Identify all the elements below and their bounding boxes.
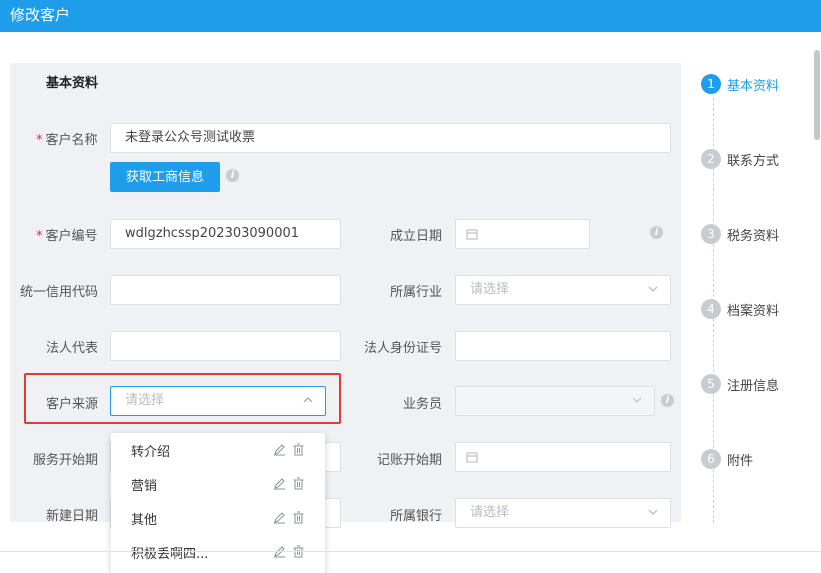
calendar-icon: [466, 452, 478, 463]
trash-icon[interactable]: [292, 511, 305, 524]
founded-date-label: 成立日期: [390, 229, 443, 244]
dropdown-option[interactable]: 积极丢啊四...: [111, 535, 325, 569]
scrollbar[interactable]: [814, 50, 820, 140]
title-bar: 修改客户: [0, 0, 821, 32]
legal-id-input[interactable]: [455, 331, 671, 361]
founded-date-picker[interactable]: [455, 219, 590, 249]
pencil-icon[interactable]: [273, 443, 286, 456]
info-icon[interactable]: i: [226, 169, 239, 182]
footer-divider: [0, 551, 821, 552]
booking-start-label: 记账开始期: [377, 453, 443, 468]
customer-name-input[interactable]: 未登录公众号测试收票: [110, 123, 671, 153]
legal-rep-input[interactable]: [110, 331, 341, 361]
source-dropdown-menu: 转介绍 营销 其他 积极丢啊四...: [111, 433, 325, 573]
chevron-down-icon: [632, 397, 642, 403]
credit-code-label: 统一信用代码: [20, 285, 99, 300]
booking-start-picker[interactable]: [455, 442, 671, 472]
required-mark: *: [36, 133, 43, 148]
industry-select[interactable]: 请选择: [455, 275, 671, 305]
chevron-down-icon: [648, 286, 658, 292]
customer-code-label: * 客户编号: [36, 229, 98, 244]
service-start-label: 服务开始期: [33, 453, 99, 468]
customer-code-input[interactable]: wdlgzhcssp202303090001: [110, 219, 341, 249]
info-icon[interactable]: i: [650, 226, 663, 239]
salesman-label: 业务员: [403, 397, 443, 412]
pencil-icon[interactable]: [273, 477, 286, 490]
chevron-down-icon: [648, 509, 658, 515]
info-icon[interactable]: i: [661, 394, 674, 407]
calendar-icon: [466, 229, 478, 240]
bank-select[interactable]: 请选择: [455, 498, 671, 528]
trash-icon[interactable]: [292, 477, 305, 490]
industry-label: 所属行业: [390, 285, 443, 300]
section-title: 基本资料: [46, 76, 99, 91]
customer-name-label: * 客户名称: [36, 133, 98, 148]
fetch-business-info-button[interactable]: 获取工商信息: [110, 162, 220, 192]
legal-id-label: 法人身份证号: [364, 341, 443, 356]
pencil-icon[interactable]: [273, 511, 286, 524]
bank-label: 所属银行: [390, 509, 443, 524]
legal-rep-label: 法人代表: [46, 341, 99, 356]
trash-icon[interactable]: [292, 443, 305, 456]
page-title: 修改客户: [10, 6, 71, 24]
dropdown-option[interactable]: 其他: [111, 501, 325, 535]
highlight-box: [24, 373, 341, 424]
salesman-select[interactable]: [455, 386, 655, 416]
required-mark: *: [36, 229, 43, 244]
dropdown-option[interactable]: 转介绍: [111, 433, 325, 467]
credit-code-input[interactable]: [110, 275, 341, 305]
dropdown-option[interactable]: 营销: [111, 467, 325, 501]
created-date-label: 新建日期: [46, 509, 99, 524]
